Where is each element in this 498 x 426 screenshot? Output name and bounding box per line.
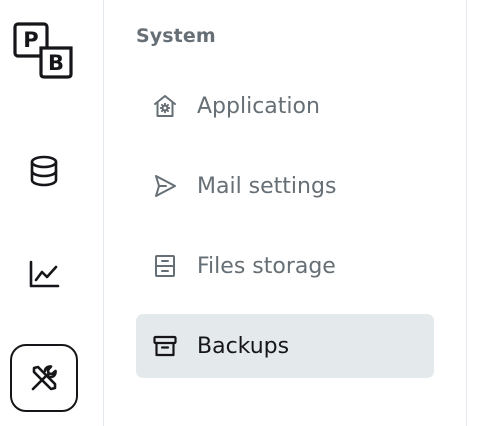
sidebar-item-files-storage[interactable]: Files storage bbox=[136, 234, 434, 298]
sidebar-item-mail-settings[interactable]: Mail settings bbox=[136, 154, 434, 218]
send-icon bbox=[152, 173, 178, 199]
rail-settings-button[interactable] bbox=[10, 344, 78, 412]
sidebar-item-label: Files storage bbox=[197, 253, 336, 279]
sidebar-item-label: Application bbox=[197, 93, 320, 119]
archive-drawer-icon bbox=[152, 253, 178, 279]
logo-letter-b: B bbox=[48, 51, 64, 75]
logo-icon: P B bbox=[13, 22, 73, 79]
sidebar-item-backups[interactable]: Backups bbox=[136, 314, 434, 378]
app-window: P B System Application Mail settings Fil… bbox=[0, 0, 498, 426]
sidebar-item-label: Mail settings bbox=[197, 173, 337, 199]
sidebar-item-application[interactable]: Application bbox=[136, 74, 434, 138]
rail-collections-button[interactable] bbox=[10, 137, 78, 205]
archive-box-icon bbox=[152, 333, 178, 359]
pocketbase-logo[interactable]: P B bbox=[13, 22, 75, 80]
settings-sidebar: System Application Mail settings Files s… bbox=[104, 0, 467, 426]
tools-icon bbox=[31, 365, 57, 391]
main-content bbox=[467, 0, 498, 426]
sidebar-item-label: Backups bbox=[197, 333, 290, 359]
database-icon bbox=[30, 155, 58, 187]
logo-letter-p: P bbox=[23, 28, 38, 52]
icon-rail: P B bbox=[0, 0, 104, 426]
section-title: System bbox=[136, 25, 216, 47]
home-gear-icon bbox=[152, 93, 178, 119]
chart-line-icon bbox=[29, 260, 60, 288]
rail-logs-button[interactable] bbox=[10, 240, 78, 308]
